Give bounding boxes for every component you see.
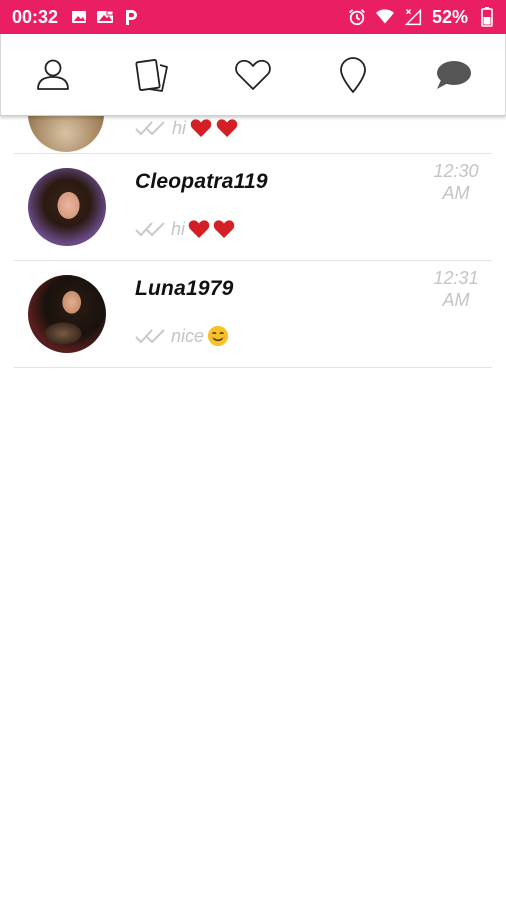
battery-icon	[478, 7, 496, 27]
cards-icon	[135, 58, 168, 92]
wifi-icon	[375, 8, 394, 26]
avatar	[28, 275, 106, 353]
time-line-1: 12:31	[433, 268, 479, 288]
status-notification-icons	[70, 8, 140, 26]
red-heart-icon	[216, 117, 238, 139]
status-bar: 00:32 52%	[0, 0, 506, 34]
nav-location-button[interactable]	[333, 55, 373, 95]
signal-icon	[404, 8, 422, 26]
divider	[14, 367, 492, 368]
message-text: hi	[172, 117, 187, 138]
nav-profile-button[interactable]	[33, 55, 73, 95]
heart-icon	[235, 59, 271, 90]
message-time: 12:30 AM	[426, 160, 486, 204]
chat-icon	[437, 60, 471, 89]
smiling-face-icon	[207, 325, 229, 347]
double-check-icon	[135, 222, 165, 237]
top-navigation-bar	[0, 34, 506, 116]
red-heart-icon	[213, 218, 235, 240]
alarm-icon	[348, 8, 366, 26]
avatar	[28, 116, 104, 152]
status-system-icons: 52%	[348, 7, 496, 28]
status-time: 00:32	[12, 6, 59, 27]
image-icon	[70, 8, 88, 26]
photo-icon	[96, 8, 114, 26]
message-text: hi	[171, 218, 186, 239]
nav-chat-button[interactable]	[433, 55, 473, 95]
conversation-row[interactable]: Luna1979 12:31 AM nice	[0, 261, 506, 367]
message-preview: nice	[135, 323, 229, 349]
battery-percent: 52%	[431, 6, 468, 27]
profile-icon	[37, 59, 69, 90]
nav-cards-button[interactable]	[133, 55, 173, 95]
avatar	[28, 168, 106, 246]
red-heart-icon	[188, 218, 210, 240]
username: Cleopatra119	[135, 170, 268, 193]
time-line-2: AM	[442, 290, 470, 310]
double-check-icon	[135, 329, 165, 344]
conversation-row-partial[interactable]: hi	[0, 116, 506, 154]
double-check-icon	[135, 121, 165, 136]
location-pin-icon	[340, 56, 366, 93]
message-time: 12:31 AM	[426, 267, 486, 311]
message-preview: hi	[135, 116, 238, 140]
message-preview: hi	[135, 216, 235, 242]
nav-likes-button[interactable]	[233, 55, 273, 95]
time-line-2: AM	[442, 183, 470, 203]
message-text: nice	[171, 325, 205, 346]
time-line-1: 12:30	[433, 161, 479, 181]
username: Luna1979	[135, 277, 234, 300]
red-heart-icon	[190, 117, 212, 139]
p-app-icon	[122, 8, 140, 26]
conversation-row[interactable]: Cleopatra119 12:30 AM hi	[0, 154, 506, 260]
